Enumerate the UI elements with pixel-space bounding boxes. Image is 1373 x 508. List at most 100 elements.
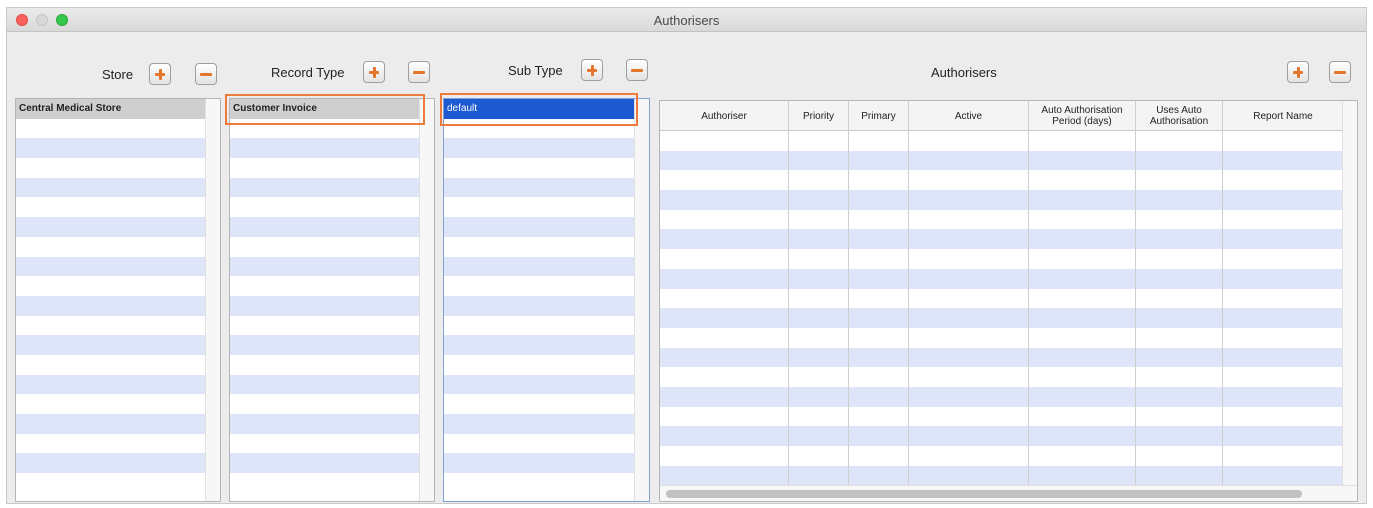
table-cell[interactable] — [1136, 465, 1223, 485]
table-row[interactable] — [660, 406, 1344, 427]
table-cell[interactable] — [849, 249, 909, 269]
table-cell[interactable] — [849, 465, 909, 485]
table-cell[interactable] — [660, 131, 789, 151]
table-cell[interactable] — [1029, 190, 1136, 210]
table-cell[interactable] — [1136, 150, 1223, 171]
table-cell[interactable] — [1223, 288, 1344, 309]
table-row[interactable] — [660, 465, 1344, 485]
column-header[interactable]: Report Name — [1223, 101, 1344, 131]
table-row[interactable] — [660, 170, 1344, 191]
table-row[interactable] — [660, 268, 1344, 289]
table-cell[interactable] — [1223, 347, 1344, 368]
table-row[interactable] — [660, 150, 1344, 171]
table-cell[interactable] — [849, 131, 909, 151]
table-row[interactable] — [660, 426, 1344, 446]
list-item[interactable] — [444, 295, 634, 316]
list-item[interactable] — [230, 453, 419, 474]
list-item[interactable] — [16, 138, 205, 159]
list-item[interactable] — [444, 256, 634, 277]
table-cell[interactable] — [909, 209, 1029, 230]
table-row[interactable] — [660, 288, 1344, 309]
list-item[interactable] — [230, 374, 419, 395]
table-cell[interactable] — [1029, 308, 1136, 328]
table-row[interactable] — [660, 229, 1344, 250]
list-item[interactable] — [16, 453, 205, 474]
table-cell[interactable] — [1136, 249, 1223, 269]
scrollbar-thumb[interactable] — [666, 490, 1302, 498]
list-item[interactable] — [444, 433, 634, 454]
table-cell[interactable] — [1029, 150, 1136, 171]
table-cell[interactable] — [909, 190, 1029, 210]
table-cell[interactable] — [1136, 386, 1223, 407]
table-cell[interactable] — [909, 150, 1029, 171]
table-row[interactable] — [660, 308, 1344, 328]
list-item[interactable] — [444, 453, 634, 474]
remove-record-type-button[interactable] — [408, 61, 430, 83]
list-item[interactable] — [16, 433, 205, 454]
table-vertical-scrollbar[interactable] — [1342, 101, 1357, 485]
table-row[interactable] — [660, 249, 1344, 269]
table-cell[interactable] — [789, 150, 849, 171]
column-header[interactable]: Authoriser — [660, 101, 789, 131]
table-cell[interactable] — [909, 465, 1029, 485]
table-cell[interactable] — [789, 190, 849, 210]
table-cell[interactable] — [1223, 131, 1344, 151]
table-cell[interactable] — [849, 426, 909, 446]
table-cell[interactable] — [789, 131, 849, 151]
table-cell[interactable] — [660, 465, 789, 485]
table-cell[interactable] — [1136, 131, 1223, 151]
list-item[interactable] — [230, 236, 419, 257]
table-cell[interactable] — [849, 308, 909, 328]
table-cell[interactable] — [660, 308, 789, 328]
table-cell[interactable] — [909, 249, 1029, 269]
table-cell[interactable] — [849, 209, 909, 230]
table-cell[interactable] — [849, 386, 909, 407]
table-cell[interactable] — [1136, 308, 1223, 328]
list-item[interactable] — [16, 177, 205, 198]
table-cell[interactable] — [1223, 209, 1344, 230]
remove-sub-type-button[interactable] — [626, 59, 648, 81]
table-cell[interactable] — [660, 347, 789, 368]
list-item[interactable] — [444, 414, 634, 434]
list-item[interactable] — [16, 158, 205, 178]
table-cell[interactable] — [1136, 406, 1223, 427]
table-cell[interactable] — [789, 406, 849, 427]
list-item[interactable] — [230, 197, 419, 218]
table-cell[interactable] — [849, 288, 909, 309]
store-list-item[interactable]: Central Medical Store — [16, 99, 205, 119]
list-item[interactable] — [16, 217, 205, 237]
table-cell[interactable] — [1029, 268, 1136, 289]
table-cell[interactable] — [660, 386, 789, 407]
table-cell[interactable] — [1223, 446, 1344, 466]
table-cell[interactable] — [909, 268, 1029, 289]
table-cell[interactable] — [660, 367, 789, 387]
table-cell[interactable] — [789, 170, 849, 191]
add-store-button[interactable] — [149, 63, 171, 85]
table-cell[interactable] — [1136, 426, 1223, 446]
table-row[interactable] — [660, 446, 1344, 466]
table-cell[interactable] — [1223, 386, 1344, 407]
list-item[interactable] — [16, 295, 205, 316]
list-item[interactable] — [230, 394, 419, 414]
table-cell[interactable] — [660, 426, 789, 446]
table-cell[interactable] — [789, 465, 849, 485]
table-cell[interactable] — [849, 446, 909, 466]
remove-store-button[interactable] — [195, 63, 217, 85]
record-type-list[interactable]: Customer Invoice — [229, 98, 435, 502]
table-cell[interactable] — [660, 170, 789, 191]
list-item[interactable] — [444, 473, 634, 493]
list-item[interactable] — [444, 236, 634, 257]
table-cell[interactable] — [1136, 170, 1223, 191]
table-cell[interactable] — [1029, 347, 1136, 368]
list-item[interactable] — [444, 374, 634, 395]
table-cell[interactable] — [1029, 229, 1136, 250]
list-item[interactable] — [16, 197, 205, 218]
table-cell[interactable] — [909, 446, 1029, 466]
list-item[interactable] — [444, 158, 634, 178]
table-cell[interactable] — [849, 229, 909, 250]
table-cell[interactable] — [789, 426, 849, 446]
table-cell[interactable] — [1136, 190, 1223, 210]
table-cell[interactable] — [1223, 190, 1344, 210]
table-cell[interactable] — [1136, 347, 1223, 368]
table-cell[interactable] — [789, 268, 849, 289]
